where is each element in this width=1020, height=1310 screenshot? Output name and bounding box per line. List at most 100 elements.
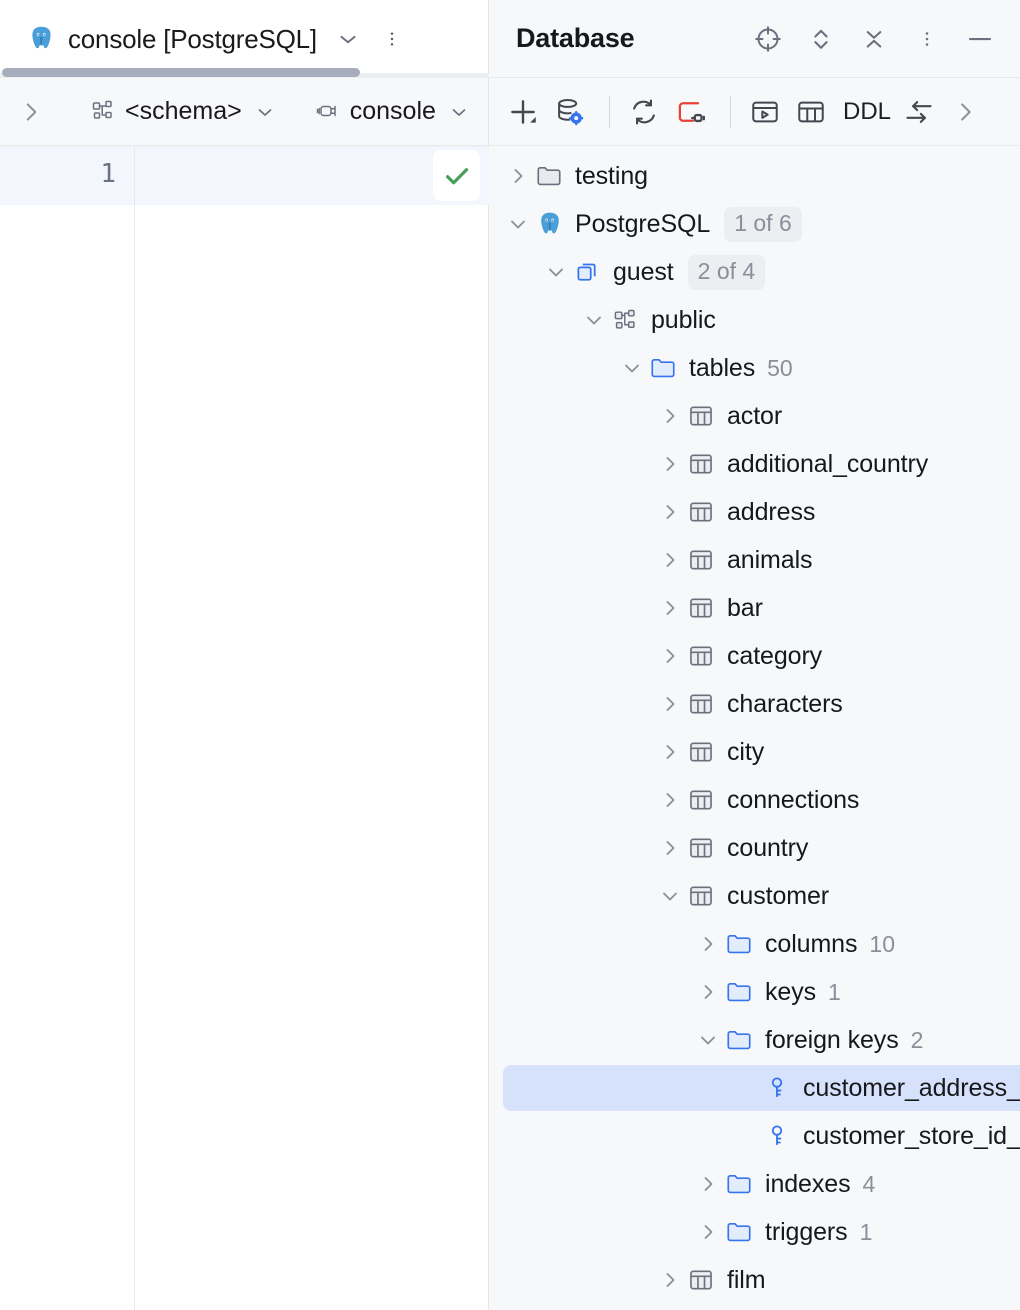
tree-item-guest[interactable]: guest2 of 4 — [489, 248, 1020, 296]
tree-item-label: tables — [689, 354, 755, 383]
chevron-down-icon[interactable] — [693, 1025, 723, 1055]
tree-item-label: bar — [727, 594, 763, 623]
chevron-right-icon[interactable] — [655, 497, 685, 527]
more-vertical-icon[interactable] — [381, 26, 403, 52]
table-icon — [685, 545, 717, 575]
chevron-right-icon[interactable] — [655, 737, 685, 767]
more-vertical-icon[interactable] — [909, 21, 945, 57]
green-check-icon[interactable] — [433, 150, 480, 201]
editor-pane: console [PostgreSQL] — [0, 0, 489, 1310]
data-source-properties-icon[interactable] — [549, 92, 589, 132]
tree-item-indexes[interactable]: indexes4 — [489, 1160, 1020, 1208]
editor-tab-title[interactable]: console [PostgreSQL] — [68, 24, 317, 55]
chevron-right-icon[interactable] — [503, 161, 533, 191]
tree-item-bar[interactable]: bar — [489, 584, 1020, 632]
ide-window: console [PostgreSQL] — [0, 0, 1020, 1310]
tree-item-public[interactable]: public — [489, 296, 1020, 344]
tree-item-count: 2 — [911, 1027, 924, 1054]
chevron-right-icon[interactable] — [655, 449, 685, 479]
tree-item-label: guest — [613, 258, 674, 287]
chevron-down-icon[interactable] — [253, 100, 277, 124]
tree-item-category[interactable]: category — [489, 632, 1020, 680]
chevron-right-icon[interactable] — [693, 929, 723, 959]
chevron-down-icon[interactable] — [541, 257, 571, 287]
chevron-right-icon[interactable] — [655, 401, 685, 431]
tree-item-customer-store-id-fkey[interactable]: customer_store_id_fkey — [489, 1112, 1020, 1160]
tree-item-additional-country[interactable]: additional_country — [489, 440, 1020, 488]
disconnect-icon[interactable] — [670, 92, 710, 132]
tree-item-count: 4 — [862, 1171, 875, 1198]
locate-in-tree-icon[interactable] — [750, 21, 786, 57]
code-editor[interactable]: 1 — [0, 146, 488, 1310]
panel-actions — [733, 21, 1020, 57]
postgresql-icon — [533, 209, 565, 239]
chevron-right-icon[interactable] — [693, 1217, 723, 1247]
session-selector[interactable]: console — [313, 97, 471, 126]
collapse-all-icon[interactable] — [856, 21, 892, 57]
schema-icon — [609, 305, 641, 335]
tree-item-label: address — [727, 498, 815, 527]
editor-gutter[interactable]: 1 — [0, 146, 135, 1310]
database-tree[interactable]: testingPostgreSQL1 of 6guest2 of 4public… — [489, 146, 1020, 1304]
chevron-down-icon[interactable] — [503, 209, 533, 239]
tree-item-keys[interactable]: keys1 — [489, 968, 1020, 1016]
chevron-right-icon[interactable] — [655, 1265, 685, 1295]
schema-value: <schema> — [125, 97, 242, 126]
editor-tab-bar: console [PostgreSQL] — [0, 0, 488, 78]
chevron-right-icon[interactable] — [18, 99, 44, 125]
add-icon[interactable] — [503, 92, 543, 132]
refresh-icon[interactable] — [624, 92, 664, 132]
tree-item-testing[interactable]: testing — [489, 152, 1020, 200]
chevron-down-icon[interactable] — [447, 100, 471, 124]
tree-item-postgresql[interactable]: PostgreSQL1 of 6 — [489, 200, 1020, 248]
tree-item-columns[interactable]: columns10 — [489, 920, 1020, 968]
tree-item-country[interactable]: country — [489, 824, 1020, 872]
more-toolbar-icon[interactable] — [945, 92, 985, 132]
expand-collapse-icon[interactable] — [803, 21, 839, 57]
editor-context-bar: <schema> console — [0, 78, 488, 146]
table-icon — [685, 833, 717, 863]
chevron-right-icon[interactable] — [655, 545, 685, 575]
tree-item-film[interactable]: film — [489, 1256, 1020, 1304]
folder-blue-icon — [723, 1217, 755, 1247]
tree-item-address[interactable]: address — [489, 488, 1020, 536]
tree-item-label: foreign keys — [765, 1026, 899, 1055]
tree-item-customer[interactable]: customer — [489, 872, 1020, 920]
tree-item-animals[interactable]: animals — [489, 536, 1020, 584]
table-icon — [685, 689, 717, 719]
chevron-right-icon[interactable] — [655, 689, 685, 719]
open-console-icon[interactable] — [745, 92, 785, 132]
chevron-right-icon[interactable] — [693, 1169, 723, 1199]
tree-item-customer-address-id-fkey[interactable]: customer_address_id_fkey — [489, 1064, 1020, 1112]
minimize-icon[interactable] — [962, 21, 998, 57]
table-editor-icon[interactable] — [791, 92, 831, 132]
tree-item-tables[interactable]: tables 50 — [489, 344, 1020, 392]
table-icon — [685, 449, 717, 479]
tab-scrollbar-thumb[interactable] — [2, 68, 360, 77]
tree-item-triggers[interactable]: triggers1 — [489, 1208, 1020, 1256]
tree-item-connections[interactable]: connections — [489, 776, 1020, 824]
folder-icon — [533, 161, 565, 191]
tree-item-foreign-keys[interactable]: foreign keys 2 — [489, 1016, 1020, 1064]
chevron-right-icon[interactable] — [655, 593, 685, 623]
chevron-right-icon[interactable] — [655, 641, 685, 671]
chevron-down-icon[interactable] — [579, 305, 609, 335]
tree-item-characters[interactable]: characters — [489, 680, 1020, 728]
chevron-down-icon[interactable] — [335, 26, 361, 52]
chevron-down-icon[interactable] — [617, 353, 647, 383]
tree-item-count: 50 — [767, 355, 793, 382]
chevron-right-icon[interactable] — [693, 977, 723, 1007]
ddl-button[interactable]: DDL — [843, 98, 891, 126]
tree-item-label: additional_country — [727, 450, 928, 479]
tree-item-label: PostgreSQL — [575, 210, 710, 239]
session-value: console — [350, 97, 436, 126]
jump-to-editor-icon[interactable] — [899, 92, 939, 132]
tree-item-actor[interactable]: actor — [489, 392, 1020, 440]
tree-item-city[interactable]: city — [489, 728, 1020, 776]
schema-selector[interactable]: <schema> — [88, 97, 277, 126]
tree-item-count: 10 — [869, 931, 895, 958]
chevron-right-icon[interactable] — [655, 833, 685, 863]
tree-item-label: country — [727, 834, 808, 863]
chevron-down-icon[interactable] — [655, 881, 685, 911]
chevron-right-icon[interactable] — [655, 785, 685, 815]
